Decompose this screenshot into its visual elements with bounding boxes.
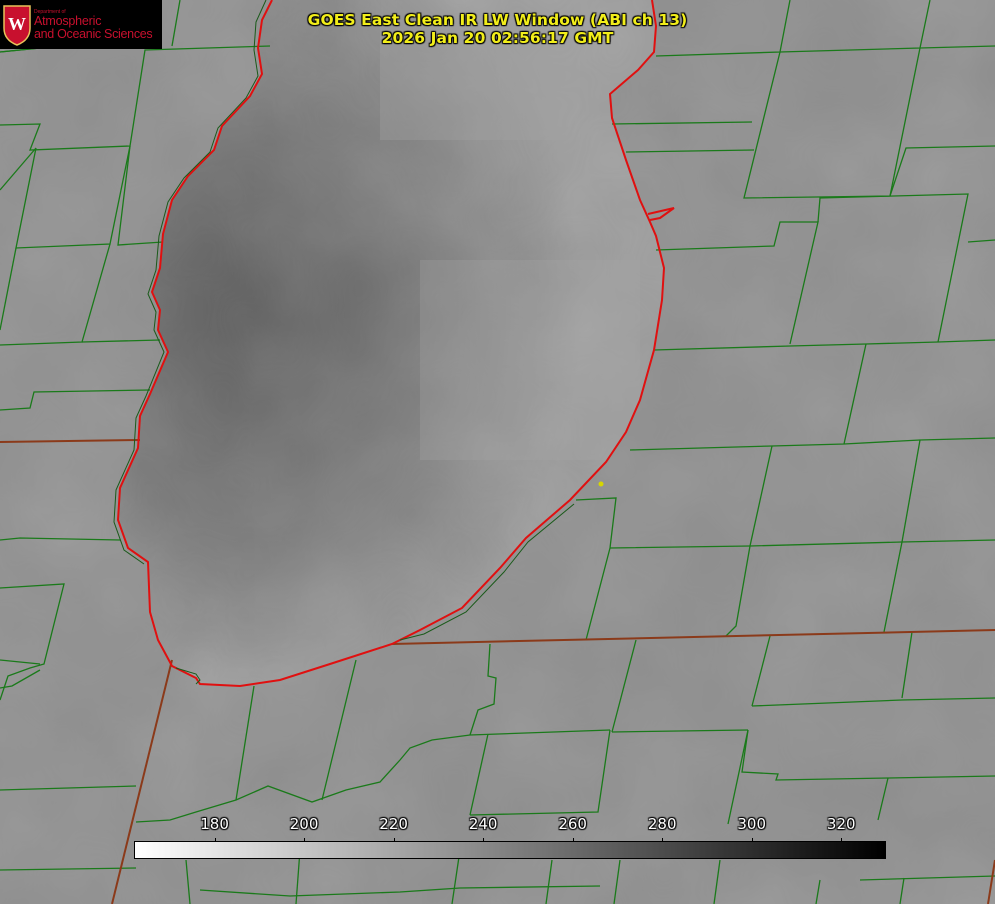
station-marker bbox=[598, 481, 604, 487]
satellite-map bbox=[0, 0, 995, 904]
image-title: GOES East Clean IR LW Window (ABI ch 13)… bbox=[0, 11, 995, 47]
temperature-colorbar bbox=[134, 841, 886, 859]
satellite-image-viewer: W Department of Atmospheric and Oceanic … bbox=[0, 0, 995, 904]
title-timestamp: 2026 Jan 20 02:56:17 GMT bbox=[381, 29, 614, 47]
title-product: GOES East Clean IR LW Window (ABI ch 13) bbox=[307, 11, 688, 29]
